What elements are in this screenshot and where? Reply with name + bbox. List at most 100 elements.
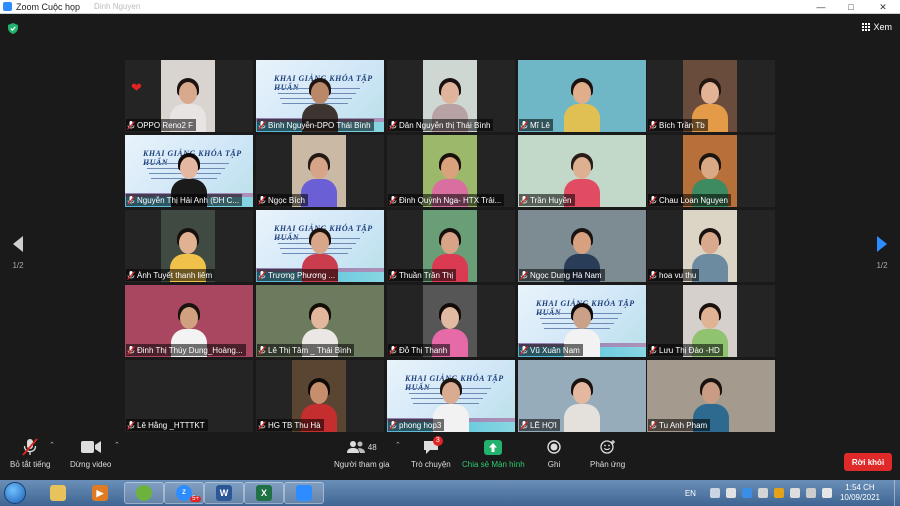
- participant-tile[interactable]: Tu Anh Pham: [647, 360, 775, 432]
- taskbar-clock[interactable]: 1:54 CH 10/09/2021: [840, 483, 880, 503]
- window-title: Zoom Cuộc họp: [16, 1, 81, 12]
- microphone-muted-icon: [258, 345, 266, 355]
- mute-all-button[interactable]: Bỏ tắt tiếng: [10, 438, 50, 469]
- participant-tile[interactable]: Ngọc Dung Hà Nam: [518, 210, 646, 282]
- microphone-muted-icon: [127, 120, 135, 130]
- share-screen-button[interactable]: Chia sẻ Màn hình: [462, 438, 525, 469]
- tray-monitor-icon[interactable]: [757, 488, 768, 498]
- video-options-caret-icon[interactable]: ⌃: [114, 441, 120, 449]
- volume-icon[interactable]: [821, 488, 832, 498]
- prev-page-button[interactable]: 1/2: [8, 236, 28, 270]
- participant-nameplate: Dân Nguyễn thị Thái Bình: [388, 119, 494, 131]
- taskbar-excel[interactable]: X: [244, 482, 284, 504]
- zoom-camera-icon: [296, 485, 312, 501]
- tray-expand-icon[interactable]: [709, 488, 720, 498]
- participant-tile[interactable]: OPPO Reno2 F: [125, 60, 253, 132]
- participant-tile[interactable]: Ngọc Bích: [256, 135, 384, 207]
- participant-tile[interactable]: Dân Nguyễn thị Thái Bình: [387, 60, 515, 132]
- participant-tile[interactable]: Lê Thị Tâm _ Thái Bình: [256, 285, 384, 357]
- participant-name: LÊ HỢI: [530, 420, 557, 430]
- audio-options-caret-icon[interactable]: ⌃: [49, 441, 55, 449]
- participant-tile[interactable]: KHAI GIẢNG KHÓA TẬP HUẤNNguyễn Thị Hải A…: [125, 135, 253, 207]
- participant-tile[interactable]: Đinh Thị Thúy Dung_Hoàng...: [125, 285, 253, 357]
- participant-tile[interactable]: Đỗ Thị Thanh: [387, 285, 515, 357]
- taskbar-media-player[interactable]: ▶: [80, 482, 120, 504]
- microphone-muted-icon: [258, 420, 266, 430]
- taskbar-coccoc-browser[interactable]: [124, 482, 164, 504]
- participant-tile[interactable]: KHAI GIẢNG KHÓA TẬP HUẤNTrương Phương ..…: [256, 210, 384, 282]
- share-screen-label: Chia sẻ Màn hình: [462, 460, 525, 469]
- participant-nameplate: Tu Anh Pham: [648, 419, 711, 431]
- participant-name: HG TB Thu Hà: [268, 420, 321, 430]
- participant-tile[interactable]: HG TB Thu Hà: [256, 360, 384, 432]
- participant-tile[interactable]: Mĩ Lê: [518, 60, 646, 132]
- maximize-button[interactable]: □: [836, 0, 866, 14]
- heart-reaction-icon: ❤: [131, 80, 142, 95]
- leave-meeting-button[interactable]: Rời khỏi: [844, 453, 892, 471]
- view-button[interactable]: Xem: [862, 22, 892, 32]
- participants-count: 48: [367, 442, 377, 452]
- participant-tile[interactable]: Lê Hằng _HTTTKT: [125, 360, 253, 432]
- participant-nameplate: Lê Hằng _HTTTKT: [126, 419, 208, 431]
- start-button[interactable]: [4, 482, 26, 504]
- participant-name: Đỗ Thị Thanh: [399, 345, 448, 355]
- next-page-button[interactable]: 1/2: [872, 236, 892, 270]
- taskbar-word[interactable]: W: [204, 482, 244, 504]
- participant-tile[interactable]: KHAI GIẢNG KHÓA TẬP HUẤNBình Nguyễn-DPO …: [256, 60, 384, 132]
- participant-person: [564, 74, 600, 132]
- participant-tile[interactable]: LÊ HỢI: [518, 360, 646, 432]
- meeting-window: Xem 1/2 1/2 OPPO Reno2 F KHAI GIẢNG KHÓA …: [0, 14, 900, 480]
- show-desktop-button[interactable]: [894, 480, 900, 506]
- microphone-muted-icon: [258, 270, 266, 280]
- participant-name: Dân Nguyễn thị Thái Bình: [399, 120, 491, 130]
- stop-video-button[interactable]: Dừng video: [70, 438, 111, 469]
- security-shield-icon[interactable]: [8, 23, 18, 34]
- participant-tile[interactable]: Thuần Trần Thị: [387, 210, 515, 282]
- participant-name: Bình Nguyễn-DPO Thái Bình: [268, 120, 371, 130]
- bluetooth-icon[interactable]: [741, 488, 752, 498]
- participant-tile[interactable]: KHAI GIẢNG KHÓA TẬP HUẤNVũ Xuân Nam: [518, 285, 646, 357]
- participant-name: Lưu Thị Đào -HD: [659, 345, 720, 355]
- record-icon: [547, 440, 561, 454]
- tray-flag-icon[interactable]: [789, 488, 800, 498]
- taskbar-zoom-meeting[interactable]: [284, 482, 324, 504]
- microphone-muted-icon: [127, 420, 135, 430]
- participant-nameplate: Bích Trần Tb: [648, 119, 708, 131]
- zoom-taskbar-badge: 5+: [190, 496, 201, 502]
- participant-nameplate: Lưu Thị Đào -HD: [648, 344, 723, 356]
- close-button[interactable]: ✕: [866, 0, 900, 14]
- participant-tile[interactable]: hoa vu thu: [647, 210, 775, 282]
- zoom-logo-icon: [3, 2, 12, 11]
- record-button[interactable]: Ghi: [547, 438, 561, 469]
- taskbar-file-explorer[interactable]: [38, 482, 78, 504]
- participant-nameplate: phong hop3: [388, 419, 445, 431]
- participant-name: Chau Loan Nguyen: [659, 195, 728, 205]
- reactions-button[interactable]: Phản ứng: [590, 438, 625, 469]
- participant-tile[interactable]: Bích Trần Tb: [647, 60, 775, 132]
- participant-tile[interactable]: Đinh Quỳnh Nga- HTX Trải...: [387, 135, 515, 207]
- language-indicator[interactable]: EN: [685, 489, 696, 498]
- participant-tile[interactable]: KHAI GIẢNG KHÓA TẬP HUẤNphong hop3: [387, 360, 515, 432]
- participant-name: Lê Thị Tâm _ Thái Bình: [268, 345, 352, 355]
- chat-button[interactable]: 3 Trò chuyện: [411, 436, 451, 469]
- participants-options-caret-icon[interactable]: ⌃: [395, 441, 401, 449]
- participants-button[interactable]: 48 Người tham gia: [334, 438, 390, 469]
- taskbar-zoom[interactable]: Z 5+: [164, 482, 204, 504]
- participant-name: Ngọc Bích: [268, 195, 305, 205]
- participant-nameplate: Ánh Tuyết thanh liêm: [126, 269, 216, 281]
- participant-tile[interactable]: Lưu Thị Đào -HD: [647, 285, 775, 357]
- minimize-button[interactable]: —: [806, 0, 836, 14]
- microphone-muted-icon: [389, 345, 397, 355]
- participant-tile[interactable]: Ánh Tuyết thanh liêm: [125, 210, 253, 282]
- network-icon[interactable]: [805, 488, 816, 498]
- microphone-muted-icon: [258, 120, 266, 130]
- participant-nameplate: Trương Phương ...: [257, 269, 339, 281]
- participant-nameplate: Bình Nguyễn-DPO Thái Bình: [257, 119, 374, 131]
- participant-tile[interactable]: Trần Huyền: [518, 135, 646, 207]
- tray-app-icon[interactable]: [725, 488, 736, 498]
- participant-name: Thuần Trần Thị: [399, 270, 454, 280]
- participant-tile[interactable]: Chau Loan Nguyen: [647, 135, 775, 207]
- folder-icon: [50, 485, 66, 501]
- participant-name: Ánh Tuyết thanh liêm: [137, 270, 213, 280]
- unikey-icon[interactable]: [773, 488, 784, 498]
